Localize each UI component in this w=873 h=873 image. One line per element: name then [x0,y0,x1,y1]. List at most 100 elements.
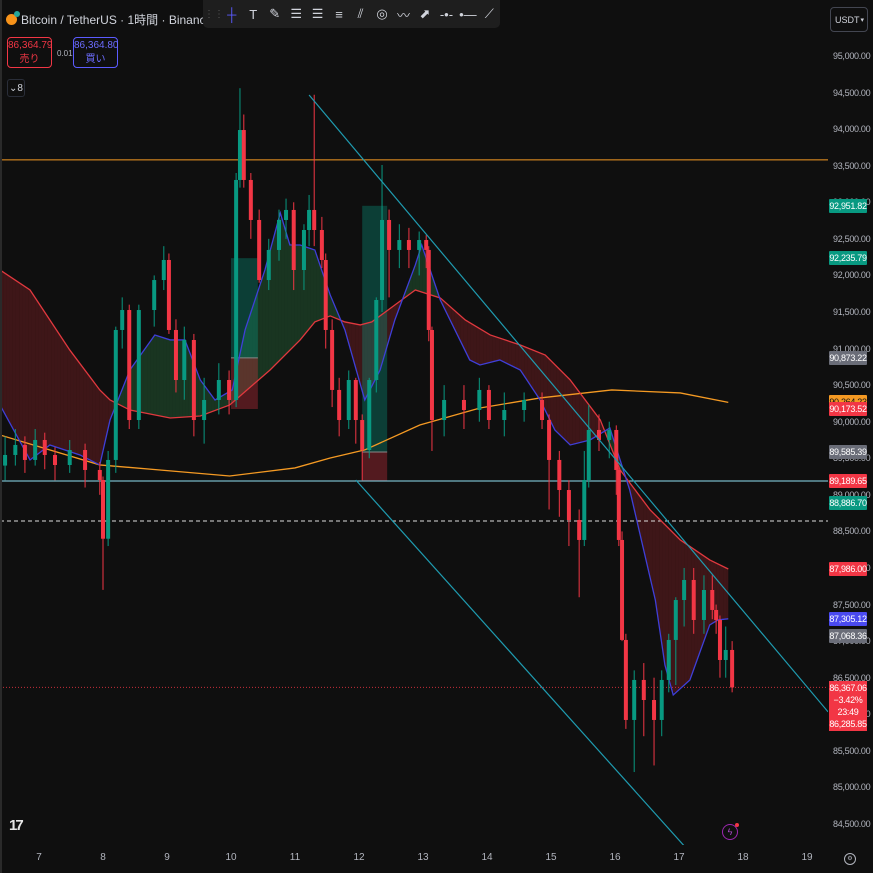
ma-cloud-segment [518,344,522,372]
ma-cloud-segment [499,337,503,362]
lightning-alert-icon[interactable]: ϟ [722,823,739,840]
candle-body [417,240,422,250]
price-tick-label: 91,500.00 [833,306,871,317]
symbol-title[interactable]: Bitcoin / TetherUS · 1時間 · Binance [21,11,212,28]
path-icon[interactable]: 〰 [393,2,414,26]
fib-retracement-icon[interactable]: ☰ [285,2,306,26]
ma-cloud-segment [67,346,71,452]
candle-body [307,209,312,231]
candle-body [216,380,221,400]
ma-cloud-segment [553,363,557,432]
candle-body [666,639,671,680]
price-tick-label: 94,500.00 [833,87,871,98]
candle-body [547,420,552,460]
candle-body [387,219,392,250]
ma-cloud-segment [153,335,157,416]
candle-body [234,179,239,400]
indicator-count: 8 [17,83,23,94]
candle-body [97,469,102,480]
ma-cloud-segment [310,248,314,328]
candle-body [522,399,527,410]
chevron-down-icon: ▾ [860,17,864,24]
candle-body [682,579,687,601]
time-tick-label: 17 [673,852,685,863]
ma-cloud-segment [9,276,13,429]
ma-cloud-segment [44,312,48,449]
candle-body [502,409,507,421]
candle-body [360,420,365,451]
ma-cloud-segment [60,336,64,450]
parallel-lines-icon[interactable]: ≡ [328,2,349,26]
ma-cloud-segment [697,551,701,659]
ma-cloud-segment [259,277,263,380]
ma-cloud-segment [156,335,160,416]
current-price: 86,367.06 [829,683,867,693]
price-chart[interactable] [0,0,873,873]
ma-cloud-segment [57,331,61,449]
buy-price: 86,364.80 [74,40,119,51]
candle-body [152,280,157,311]
price-axis-label: 89,585.39 [829,445,867,460]
ma-cloud-segment [22,284,26,452]
crosshair-icon[interactable]: ┼ [221,2,242,26]
fib-extension-icon[interactable]: ☰ [307,2,328,26]
tradingview-logo[interactable]: 17 [9,817,24,834]
candle-body [607,429,612,440]
ma-cloud-segment [476,326,480,365]
ma-cloud-segment [547,356,551,421]
time-tick-label: 13 [417,852,429,863]
price-axis-label: 90,873.22 [829,350,867,365]
ma-cloud-segment [687,545,692,682]
candle-body [557,459,562,491]
candle-body [586,429,591,480]
spread-value: 0.01 [57,49,73,58]
price-tick-label: 95,000.00 [833,51,871,61]
ma-cloud-segment [79,363,84,457]
buy-button[interactable]: 86,364.80 買い [73,37,119,68]
candle-body [191,340,196,421]
indicators-collapse-button[interactable]: ⌄8 [7,79,25,97]
candle-body [182,340,187,381]
circle-icon[interactable]: ◎ [371,2,392,26]
candle-body [710,589,715,610]
sell-price: 86,364.79 [8,40,53,51]
candle-body [202,399,207,421]
ma-cloud-segment [470,323,474,362]
ma-cloud-segment [284,227,288,356]
trend-channel-icon[interactable]: ⫽ [350,2,371,26]
ma-cloud-segment [537,351,541,402]
time-tick-label: 9 [164,852,170,863]
brush-icon[interactable]: ✎ [264,2,285,26]
candle-body [312,209,317,231]
ma-cloud-segment [73,355,77,454]
ma-cloud-segment [281,217,285,359]
ma-cloud-segment [297,244,301,343]
candle-body [730,649,735,688]
price-axis-label: 88,886.70 [829,496,867,511]
ma-cloud-segment [492,335,496,362]
price-tick-label: 84,500.00 [833,818,871,829]
text-icon[interactable]: T [242,2,263,26]
candle-body [166,259,171,330]
arrow-marker-icon[interactable]: ⬈ [414,2,435,26]
sell-button[interactable]: 86,364.79 売り [7,37,53,68]
candle-body [374,299,379,381]
candle-body [701,589,706,620]
trend-line-icon[interactable]: ⟋ [479,2,500,26]
currency-select[interactable]: USDT ▾ [830,7,868,32]
price-axis-label: 92,235.79 [829,251,867,266]
price-tick-label: 87,500.00 [833,599,871,610]
horizontal-line-icon[interactable]: •— [457,2,478,26]
candle-body [53,454,57,465]
bitcoin-logo-icon [6,11,20,25]
time-tick-label: 10 [225,852,237,863]
drag-handle-icon[interactable]: ⋮⋮ [204,2,224,26]
price-axis-label: 89,189.65 [829,473,867,488]
candle-body [42,439,47,455]
candle-body [67,450,72,465]
candle-body [623,639,628,720]
candle-body [367,380,372,451]
candle-body [614,429,619,470]
axis-settings-icon[interactable]: ⚙ [844,853,856,865]
horizontal-ray-icon[interactable]: -•- [436,2,457,26]
